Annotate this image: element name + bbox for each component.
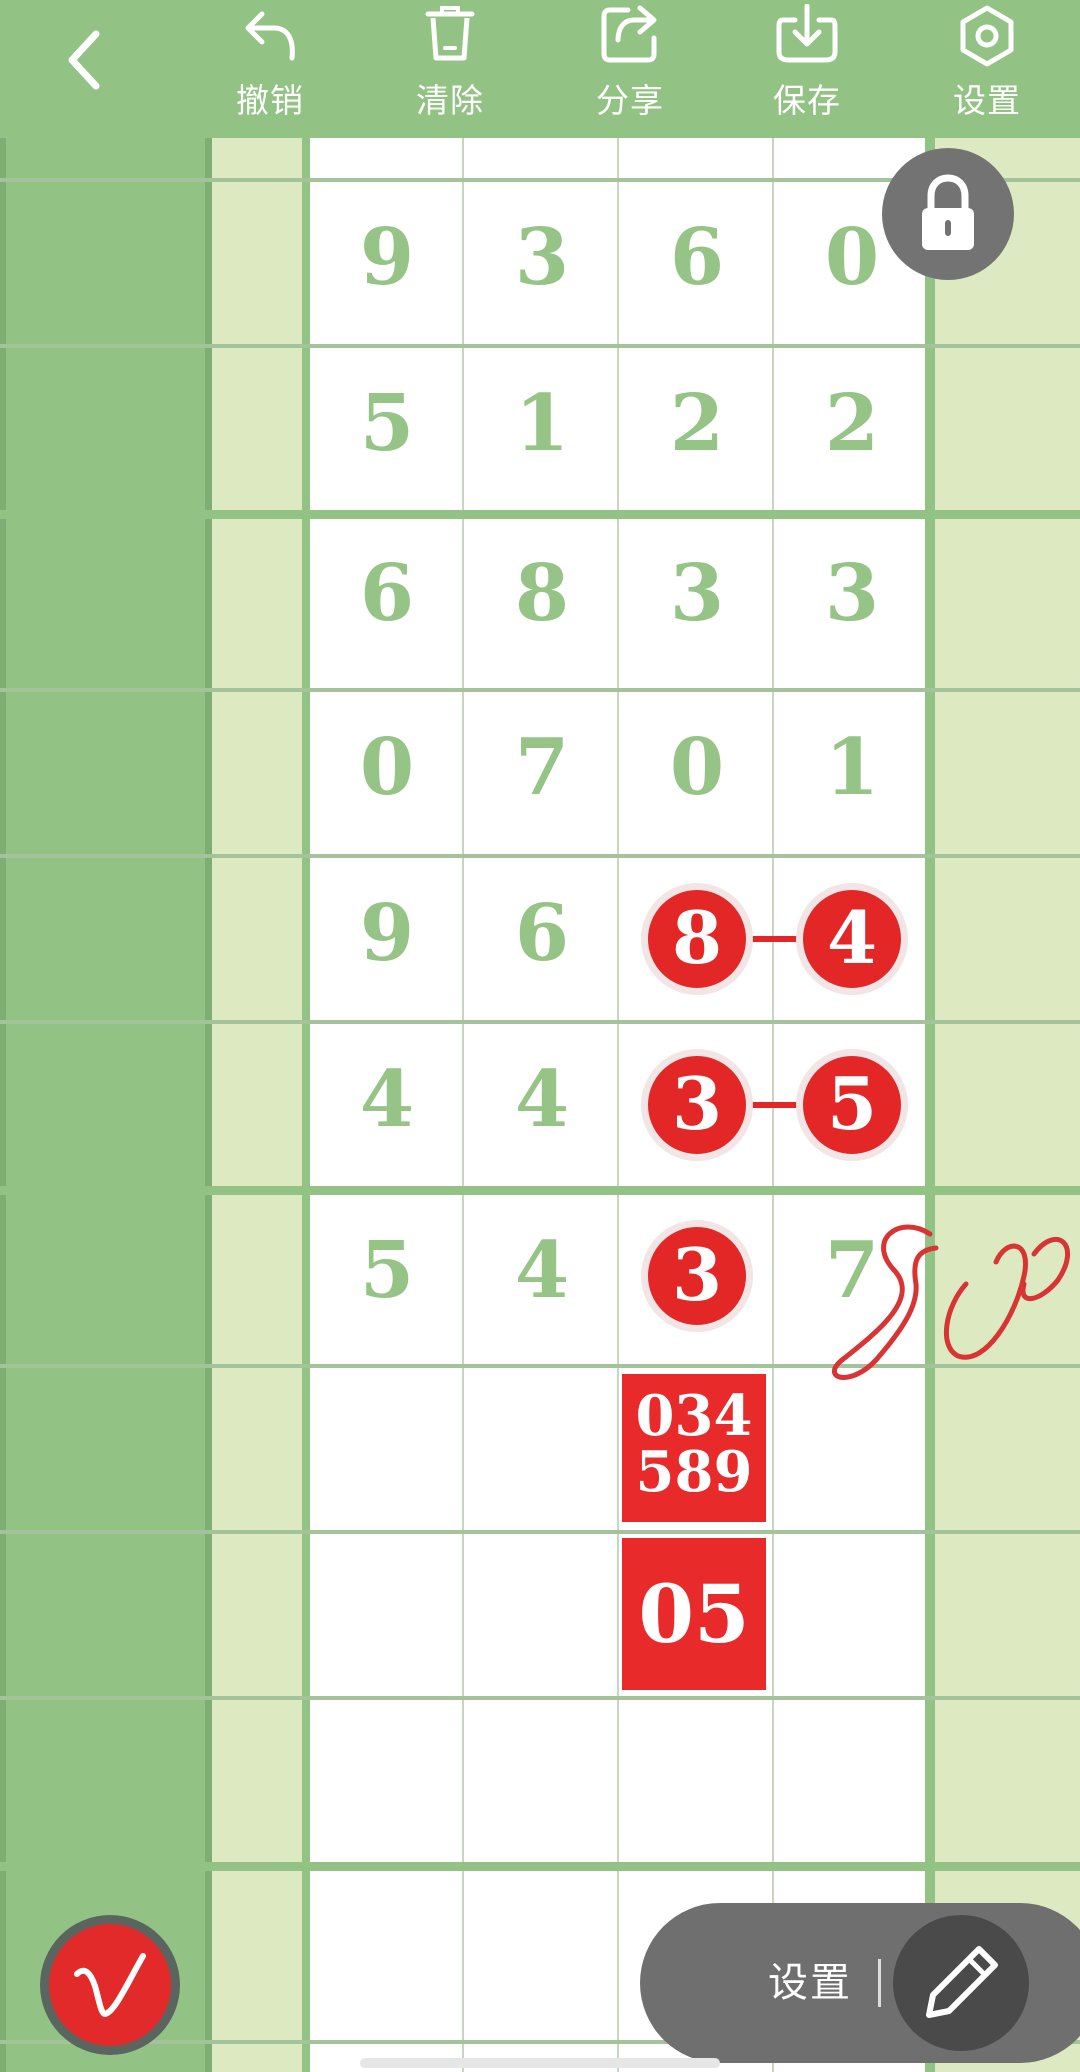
share-label: 分享 [596, 81, 664, 120]
undo-icon [245, 11, 295, 61]
clear-button[interactable]: 清除 [380, 0, 520, 138]
pill-divider [878, 1959, 881, 2007]
highlighted-digit-ball[interactable]: 8 [641, 883, 753, 995]
group-divider [0, 510, 1080, 519]
share-icon [601, 5, 657, 63]
prediction-line-2: 589 [635, 1439, 753, 1505]
sum-column [212, 0, 302, 2072]
bottom-toolbar-pill: 设置 [640, 1903, 1080, 2063]
pill-settings-button[interactable]: 设置 [730, 1903, 890, 2063]
settings-hexagon-icon [960, 5, 1014, 67]
sum-column-divider [302, 0, 310, 2072]
row-divider [0, 344, 1080, 348]
save-button[interactable]: 保存 [737, 0, 877, 138]
settings-button[interactable]: 设置 [917, 0, 1057, 138]
prediction-box-secondary[interactable]: 05 [622, 1538, 766, 1690]
download-icon [776, 4, 838, 63]
highlighted-digit-ball[interactable]: 4 [796, 883, 908, 995]
pencil-icon [926, 1946, 998, 2018]
pen-button[interactable] [893, 1915, 1029, 2051]
settings-label: 设置 [953, 81, 1021, 120]
save-label: 保存 [773, 81, 841, 120]
row-divider [0, 1530, 1080, 1534]
lock-icon [922, 174, 974, 250]
home-indicator[interactable] [360, 2058, 720, 2068]
right-column-divider [925, 0, 935, 2072]
highlighted-digit-ball[interactable]: 3 [641, 1049, 753, 1161]
row-divider [0, 854, 1080, 858]
digit-column-divider [617, 0, 619, 2072]
undo-label: 撤销 [236, 81, 304, 120]
period-column [0, 0, 212, 2072]
highlighted-digit-ball[interactable]: 3 [641, 1220, 753, 1332]
row-divider [0, 688, 1080, 692]
back-button[interactable] [52, 22, 116, 98]
period-column-divider [205, 0, 212, 2072]
prediction-line-1: 034 [635, 1383, 753, 1449]
v-logo-icon [74, 1953, 146, 2018]
prediction-box[interactable]: 034 589 [622, 1374, 766, 1522]
lock-button[interactable] [882, 148, 1014, 280]
chart-app: 05/16 六 2612705/17 日18936032612805/18 一1… [0, 0, 1080, 2072]
app-logo-button[interactable] [40, 1915, 180, 2055]
right-column [935, 0, 1080, 2072]
undo-button[interactable]: 撤销 [200, 0, 340, 138]
highlighted-digit-ball[interactable]: 5 [796, 1049, 908, 1161]
group-divider [0, 1862, 1080, 1871]
row-divider [0, 1020, 1080, 1024]
trend-grid [0, 0, 1080, 2072]
share-button[interactable]: 分享 [560, 0, 700, 138]
clear-label: 清除 [416, 81, 484, 120]
row-divider [0, 1364, 1080, 1368]
period-column-edge [0, 0, 6, 2072]
group-divider [0, 1186, 1080, 1195]
trash-icon [425, 6, 475, 61]
chevron-left-icon [68, 30, 100, 90]
top-toolbar: 撤销 清除 分享 保存 设置 [0, 0, 1080, 138]
digit-column-divider [462, 0, 464, 2072]
digit-column-divider [772, 0, 774, 2072]
logo-inner [49, 1924, 171, 2046]
row-divider [0, 1696, 1080, 1700]
